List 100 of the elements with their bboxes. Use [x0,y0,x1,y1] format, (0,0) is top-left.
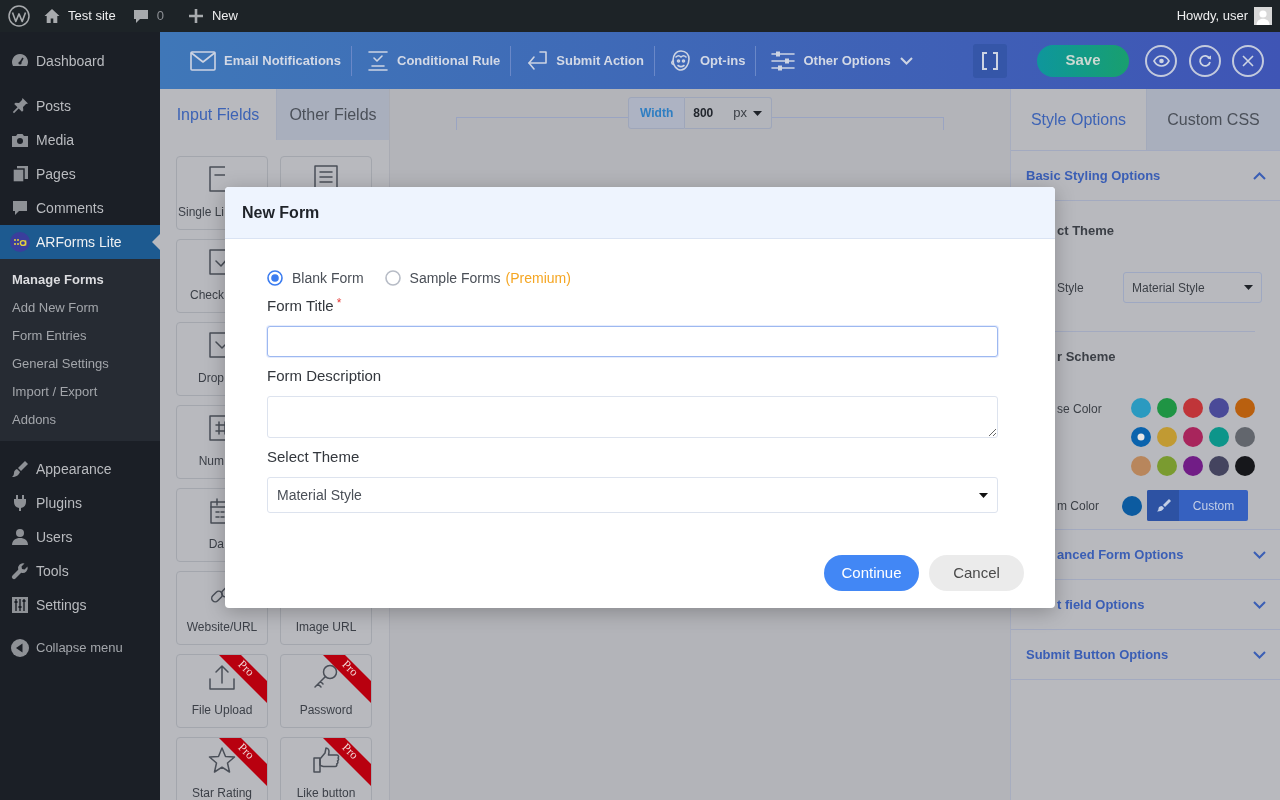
unit-dropdown[interactable]: px [725,97,772,129]
color-swatch-icon[interactable] [1157,398,1177,418]
collapse-menu-button[interactable]: Collapse menu [0,633,123,663]
field-tile[interactable]: Star Rating Pro [176,737,268,800]
radio-option[interactable]: Blank Form [267,267,364,289]
color-swatch-icon[interactable] [1183,398,1203,418]
menu-item[interactable]: Plugins [0,486,160,520]
toolbar-button[interactable]: Email Notifications [190,50,342,71]
toolbar-button[interactable]: Submit Action [526,50,644,71]
head-icon [669,48,692,73]
color-swatch-icon[interactable] [1183,456,1203,476]
close-button[interactable] [1232,44,1264,77]
submenu-item[interactable]: General Settings [0,350,160,378]
menu-item[interactable]: Settings [0,588,160,622]
pushpin-icon [10,96,30,116]
field-label: m Color [1057,497,1100,515]
brackets-button[interactable] [973,43,1007,78]
tile-label: Image URL [295,621,357,633]
account-link[interactable]: Howdy, user [1176,6,1272,26]
thumbs-up-icon [312,746,340,774]
lined-box-icon [312,164,340,187]
submenu-item[interactable]: Import / Export [0,378,160,406]
return-arrow-icon [526,50,549,71]
refresh-button[interactable] [1189,44,1221,77]
menu-item[interactable]: Media [0,123,160,157]
toolbar-button[interactable]: Other Options [771,50,913,71]
submenu-item[interactable]: Addons [0,406,160,434]
field-tile[interactable]: Password Pro [280,654,372,728]
cancel-button[interactable]: Cancel [929,555,1024,591]
wrench-icon [10,561,30,581]
checklist-icon [367,49,390,72]
width-label: Width [628,97,686,129]
section-heading: r Scheme [1057,348,1117,366]
submenu-item[interactable]: Manage Forms [0,266,160,294]
menu-item[interactable]: ARForms Lite [0,225,160,259]
radio-option[interactable]: Sample Forms (Premium) [384,267,571,289]
color-swatch-icon[interactable] [1183,427,1203,447]
color-swatch-icon[interactable] [1157,456,1177,476]
width-field[interactable]: 800 [685,97,726,129]
color-swatch-icon[interactable] [1131,427,1151,447]
style-select[interactable]: Material Style [1123,272,1262,303]
color-dot-icon [1122,495,1142,516]
submenu-item[interactable]: Add New Form [0,294,160,322]
comments-link[interactable]: 0 [132,6,164,26]
home-icon [44,8,60,24]
field-label: se Color [1057,401,1103,418]
person-icon [10,527,30,547]
color-swatch-icon[interactable] [1157,427,1177,447]
menu-item[interactable]: Pages [0,157,160,191]
toolbar-button[interactable]: Conditional Rule [367,49,501,72]
menu-item[interactable]: Tools [0,554,160,588]
field-label: Style [1057,279,1085,297]
submenu-item[interactable]: Form Entries [0,322,160,350]
logo-icon [8,5,30,27]
custom-color-button[interactable]: Custom [1147,490,1248,521]
caret-down-icon [752,110,762,116]
menu-item[interactable]: Comments [0,191,160,225]
preview-button[interactable] [1145,44,1177,77]
color-swatch-icon[interactable] [1209,456,1229,476]
tile-label: Da [208,538,224,550]
section-heading: ct Theme [1057,222,1116,240]
color-swatch-icon[interactable] [1235,427,1255,447]
menu-item[interactable]: Posts [0,89,160,123]
color-swatch-icon[interactable] [1235,398,1255,418]
theme-select[interactable]: Material Style [267,477,998,513]
color-swatch-icon[interactable] [1209,427,1229,447]
avatar-icon [1254,7,1272,25]
color-swatch-icon[interactable] [1235,456,1255,476]
tab[interactable]: Other Fields [276,89,389,140]
color-swatch-icon[interactable] [1209,398,1229,418]
site-link[interactable]: Test site [44,6,116,26]
continue-button[interactable]: Continue [824,555,919,591]
corner-ribbon: Pro [219,738,267,786]
tile-label: Password [299,704,353,716]
upload-icon [208,663,236,691]
field-tile[interactable]: Like button Pro [280,737,372,800]
menu-item[interactable]: Users [0,520,160,554]
brackets-icon [982,51,998,70]
tile-label: File Upload [191,704,253,716]
menu-item[interactable]: Appearance [0,452,160,486]
dropdown-box-icon [208,331,225,359]
tab[interactable]: Custom CSS [1146,89,1280,150]
new-link[interactable]: New [188,6,238,26]
toolbar-button[interactable]: Opt-ins [669,48,746,73]
color-swatch-icon[interactable] [1131,398,1151,418]
text-field[interactable] [267,326,998,357]
field-tile[interactable]: File Upload Pro [176,654,268,728]
tile-label: Website/URL [186,621,258,633]
caret-down-icon [979,492,988,498]
field-label: Select Theme [267,448,360,466]
color-swatch-icon[interactable] [1131,456,1151,476]
premium-note: (Premium) [505,268,571,288]
menu-item[interactable]: Dashboard [0,44,160,78]
refresh-icon [1198,53,1212,68]
tile-label: Like button [296,787,356,799]
envelope-icon [190,50,216,71]
eye-icon [1152,54,1170,67]
accordion-header[interactable]: Submit Button Options [1011,630,1280,680]
tile-label: Drop [198,372,224,384]
star-icon [208,746,236,774]
